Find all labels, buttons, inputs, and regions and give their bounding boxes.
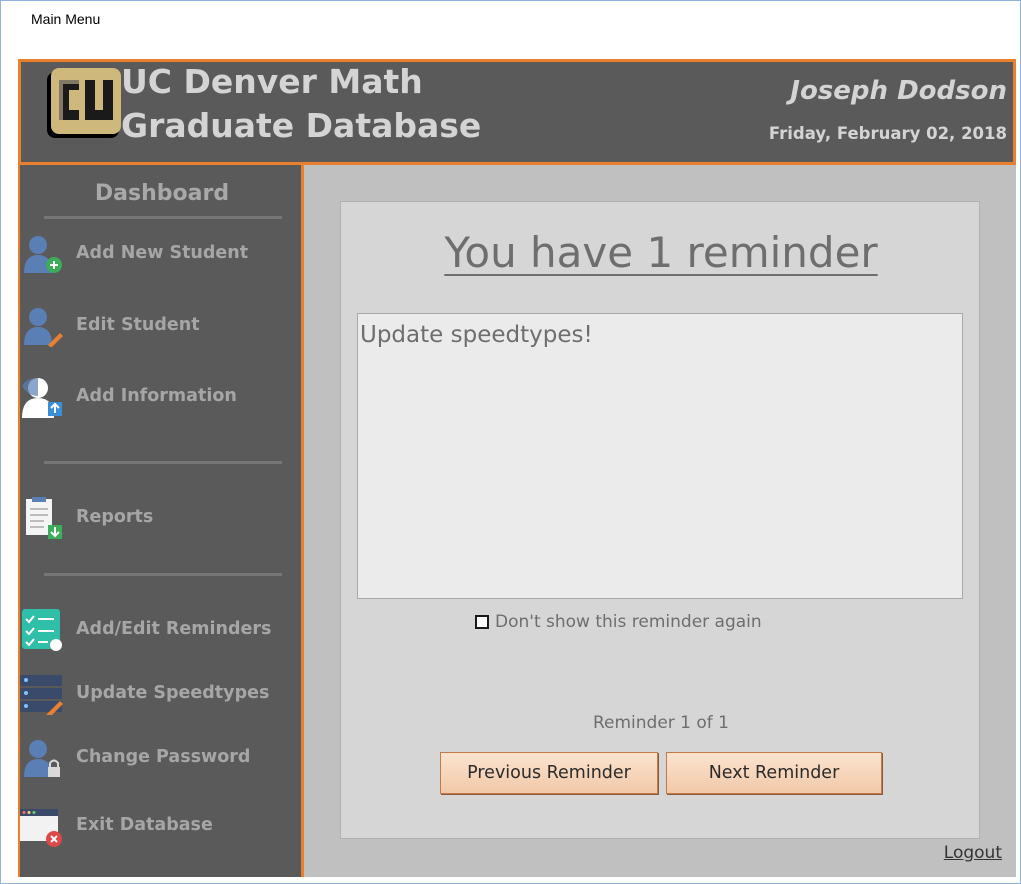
upload-user-icon bbox=[22, 378, 62, 418]
app-title-line2: Graduate Database bbox=[121, 106, 482, 145]
previous-reminder-button[interactable]: Previous Reminder bbox=[440, 752, 658, 794]
sidebar-item-label: Reports bbox=[76, 507, 154, 527]
sidebar-divider bbox=[44, 461, 282, 464]
sidebar-item-label: Add New Student bbox=[76, 243, 249, 263]
sidebar-item-label: Add Information bbox=[76, 386, 237, 406]
sidebar-item-add-information[interactable]: Add Information bbox=[20, 372, 304, 420]
cu-logo bbox=[47, 68, 121, 138]
sidebar-divider bbox=[44, 573, 282, 576]
sidebar-item-edit-student[interactable]: Edit Student bbox=[20, 301, 304, 349]
user-lock-icon bbox=[24, 740, 60, 777]
main-menu-window: Main Menu UC Denver Math Graduate Databa… bbox=[0, 0, 1021, 884]
edit-user-icon bbox=[24, 308, 63, 347]
current-user-name: Joseph Dodson bbox=[790, 76, 1007, 106]
window-titlebar[interactable]: Main Menu bbox=[1, 1, 1020, 37]
reminder-text: Update speedtypes! bbox=[360, 322, 593, 348]
sidebar-item-label: Edit Student bbox=[76, 315, 200, 335]
reminder-heading: You have 1 reminder bbox=[444, 228, 878, 277]
sidebar-item-label: Add/Edit Reminders bbox=[76, 619, 272, 639]
sidebar-item-add-new-student[interactable]: Add New Student bbox=[20, 229, 304, 277]
reminder-text-box[interactable]: Update speedtypes! bbox=[357, 313, 963, 599]
app-header: UC Denver Math Graduate Database Joseph … bbox=[18, 59, 1016, 165]
sidebar-item-reports[interactable]: Reports bbox=[20, 493, 304, 541]
server-edit-icon bbox=[20, 675, 63, 715]
app-title: UC Denver Math Graduate Database bbox=[121, 60, 481, 148]
checklist-icon bbox=[22, 609, 62, 651]
sidebar-item-label: Update Speedtypes bbox=[76, 683, 270, 703]
main-content: You have 1 reminder Update speedtypes! D… bbox=[304, 165, 1016, 877]
sidebar-item-label: Exit Database bbox=[76, 815, 213, 835]
sidebar-item-label: Change Password bbox=[76, 747, 251, 767]
next-reminder-button[interactable]: Next Reminder bbox=[666, 752, 882, 794]
dont-show-reminder-checkbox[interactable]: Don't show this reminder again bbox=[475, 610, 762, 634]
dashboard-sidebar: Dashboard Add New Student Edit Student A… bbox=[18, 165, 304, 877]
dashboard-title: Dashboard bbox=[94, 181, 230, 206]
sidebar-item-exit-database[interactable]: Exit Database bbox=[20, 801, 304, 849]
window-close-icon bbox=[20, 809, 62, 847]
checkbox-box[interactable] bbox=[475, 615, 489, 629]
sidebar-item-change-password[interactable]: Change Password bbox=[20, 733, 304, 781]
window-title: Main Menu bbox=[31, 11, 101, 27]
add-user-icon bbox=[24, 236, 62, 273]
dont-show-label: Don't show this reminder again bbox=[495, 612, 762, 632]
current-date: Friday, February 02, 2018 bbox=[768, 124, 1007, 143]
sidebar-divider bbox=[44, 216, 282, 219]
sidebar-item-update-speedtypes[interactable]: Update Speedtypes bbox=[20, 669, 304, 717]
reminder-panel: You have 1 reminder Update speedtypes! D… bbox=[340, 201, 980, 839]
sidebar-item-add-edit-reminders[interactable]: Add/Edit Reminders bbox=[20, 605, 304, 653]
app-title-line1: UC Denver Math bbox=[121, 62, 423, 101]
logout-link[interactable]: Logout bbox=[944, 843, 1002, 863]
report-download-icon bbox=[26, 497, 62, 539]
reminder-counter: Reminder 1 of 1 bbox=[592, 713, 730, 733]
